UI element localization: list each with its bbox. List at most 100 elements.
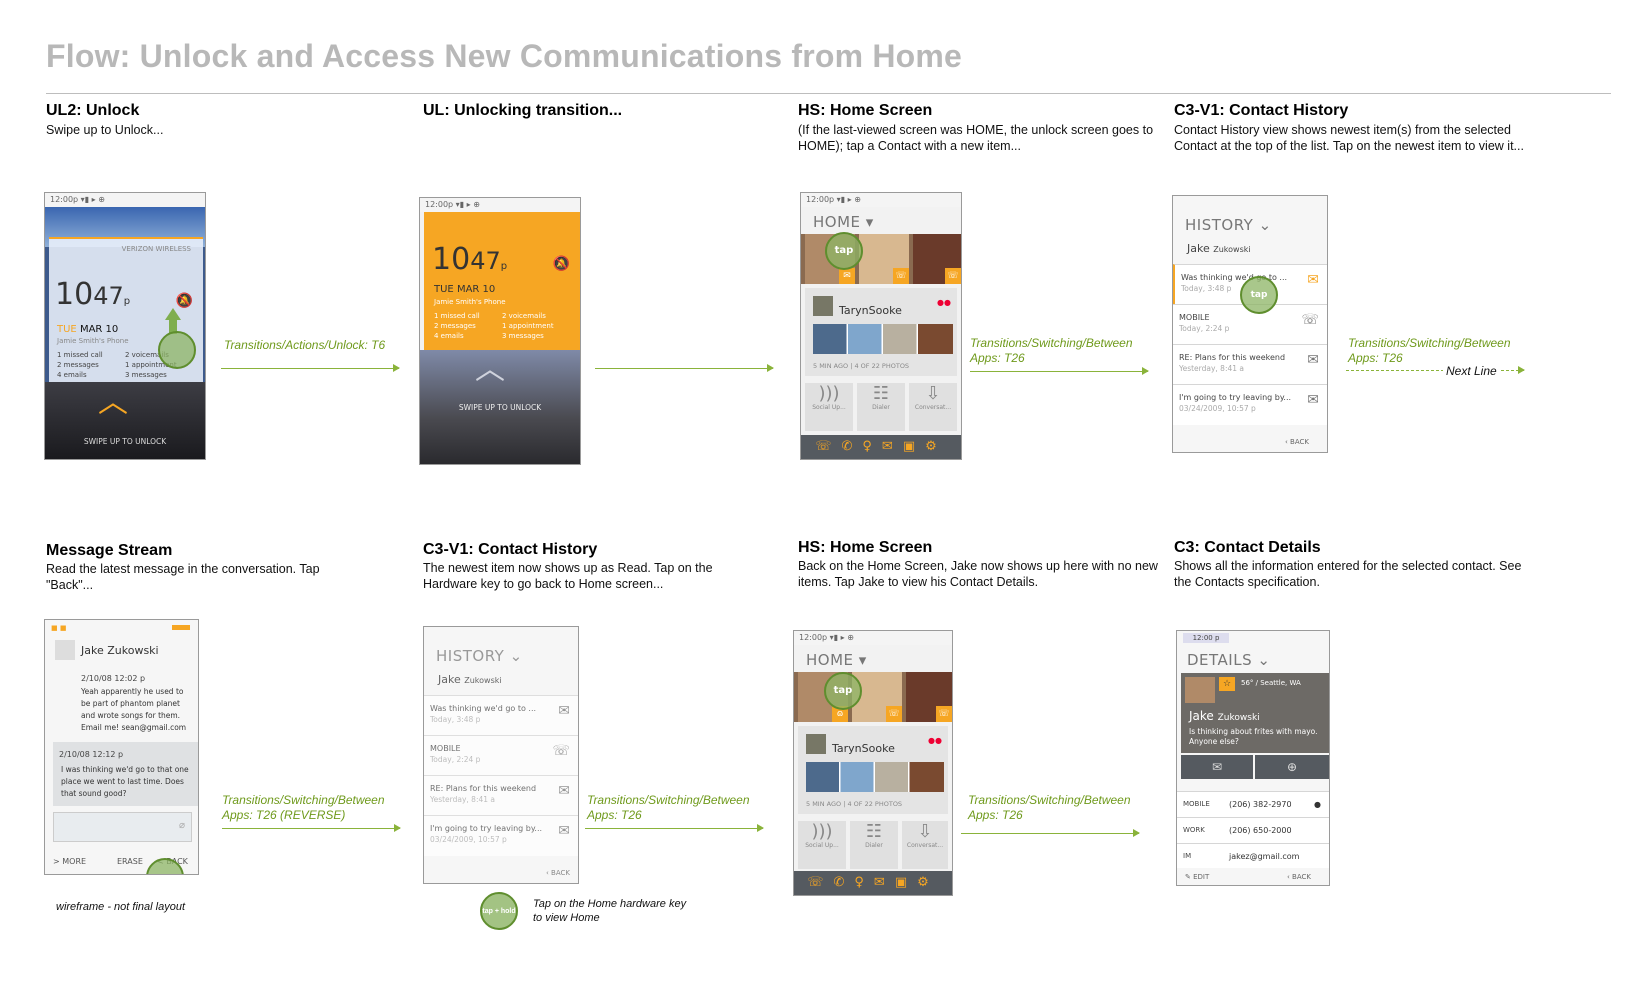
photo-strip[interactable] xyxy=(813,324,953,354)
dialer-app[interactable]: ☷ Dialer xyxy=(850,821,898,869)
email-reply-icon: ✉ xyxy=(1307,352,1319,368)
tap-indicator: tap xyxy=(825,232,863,270)
details-title[interactable]: DETAILS ⌄ xyxy=(1187,651,1270,669)
contact-name: TarynSooke xyxy=(832,742,895,755)
first-name: Jake xyxy=(1189,709,1214,723)
history-row[interactable]: RE: Plans for this weekend Yesterday, 8:4… xyxy=(1173,344,1327,385)
step-7-heading: HS: Home Screen xyxy=(798,539,933,556)
flow-arrow-5 xyxy=(222,824,401,832)
app-shortcuts: ))) Social Up... ☷ Dialer ⇩ Conversat... xyxy=(805,383,957,431)
row-text: RE: Plans for this weekend xyxy=(430,784,537,793)
dialer-app[interactable]: ☷ Dialer xyxy=(857,383,905,431)
history-title[interactable]: HISTORY ⌄ xyxy=(1185,216,1272,234)
envelope-icon: ✉ xyxy=(1307,392,1319,408)
app-label: Conversat... xyxy=(914,404,952,411)
favorite-star-icon[interactable]: ☆ xyxy=(1219,677,1235,691)
locate-action-button[interactable]: ⊕ xyxy=(1255,755,1329,779)
detail-row-work[interactable]: WORK (206) 650-2000 xyxy=(1177,817,1329,844)
message-time: 2/10/08 12:12 p xyxy=(59,750,124,759)
message-bubble: Yeah apparently he used to be part of ph… xyxy=(81,687,187,732)
phone-unlocking: 12:00p ▾▮ ▸ ⊕ 1047p 🔕 TUE MAR 10 Jamie S… xyxy=(419,197,581,465)
conversations-app[interactable]: ⇩ Conversat... xyxy=(902,821,948,869)
transition-label-6: Transitions/Switching/Between Apps: T26 xyxy=(587,793,750,822)
status-bar: 12:00p ▾▮ ▸ ⊕ xyxy=(794,631,952,645)
stat-emails: 4 emails xyxy=(434,332,464,340)
swipe-up-arrow-icon xyxy=(165,308,181,320)
reply-input[interactable]: ⌀ xyxy=(53,812,192,842)
clock: 1047p xyxy=(432,242,507,277)
clock-hour: 10 xyxy=(432,242,471,277)
history-row[interactable]: I'm going to try leaving by... 03/24/2009… xyxy=(424,815,578,856)
history-row[interactable]: MOBILE Today, 2:24 p ☏ xyxy=(424,735,578,776)
row-text: RE: Plans for this weekend xyxy=(1179,353,1286,362)
weather: 56° / Seattle, WA xyxy=(1241,679,1301,687)
date-line: TUE MAR 10 xyxy=(434,284,495,295)
edit-label: EDIT xyxy=(1193,873,1210,881)
detail-row-mobile[interactable]: MOBILE (206) 382-2970 ● xyxy=(1177,791,1329,818)
step-6-desc: The newest item now shows up as Read. Ta… xyxy=(423,561,713,591)
history-title[interactable]: HISTORY ⌄ xyxy=(436,647,523,665)
new-call-badge-icon: ☏ xyxy=(945,268,961,284)
back-button[interactable]: ‹ BACK xyxy=(546,869,570,877)
row-time: Yesterday, 8:41 a xyxy=(1179,364,1244,373)
back-label: BACK xyxy=(1290,438,1309,446)
contact-update-card[interactable]: TarynSooke ●● 5 MIN AGO | 4 OF 22 PHOTOS xyxy=(798,726,948,814)
first-name: Jake xyxy=(438,673,461,686)
row-text: Was thinking we'd go to ... xyxy=(430,704,537,713)
step-5-desc: Read the latest message in the conversat… xyxy=(46,562,320,592)
app-label: Social Up... xyxy=(812,404,846,411)
phone-history: HISTORY ⌄ Jake Zukowski Was thinking we'… xyxy=(1172,195,1328,453)
status-time: 12:00p xyxy=(806,195,835,204)
notification-stats: 1 missed call 2 voicemails 2 messages 1 ap… xyxy=(434,311,574,341)
envelope-icon: ✉ xyxy=(1211,760,1223,774)
new-call-badge-icon: ☏ xyxy=(886,706,902,722)
app-label: Dialer xyxy=(872,404,890,411)
envelope-icon: ✉ xyxy=(1307,272,1319,288)
inbox-icon: ⇩ xyxy=(917,821,933,842)
status-bar: 12:00p ▾▮ ▸ ⊕ xyxy=(801,193,961,207)
phone-call-icon: ☏ xyxy=(552,743,570,759)
history-row[interactable]: I'm going to try leaving by... 03/24/2009… xyxy=(1173,384,1327,425)
home-key-note: Tap on the Home hardware key to view Hom… xyxy=(533,898,687,924)
back-button[interactable]: ‹ BACK xyxy=(1285,438,1309,446)
flickr-icon: ●● xyxy=(937,298,951,307)
home-title[interactable]: HOME ▾ xyxy=(813,213,874,231)
history-row-read[interactable]: Was thinking we'd go to ... Today, 3:48 p… xyxy=(424,695,578,736)
flow-arrow-6 xyxy=(585,824,764,832)
edit-button[interactable]: ✎ EDIT xyxy=(1185,873,1209,881)
stat-missed: 1 missed call xyxy=(434,312,480,320)
phone-home: 12:00p ▾▮ ▸ ⊕ HOME ▾ ✉ ☏ ☏ tap TarynSook… xyxy=(800,192,962,460)
latest-message: 2/10/08 12:12 p I was thinking we'd go t… xyxy=(53,742,198,806)
swipe-label[interactable]: SWIPE UP TO UNLOCK xyxy=(45,437,205,446)
last-name: Zukowski xyxy=(464,676,502,685)
row-time: 03/24/2009, 10:57 p xyxy=(430,835,507,844)
row-text: MOBILE xyxy=(430,744,461,753)
lock-panel-sliding: 1047p 🔕 TUE MAR 10 Jamie Smith's Phone 1… xyxy=(424,212,580,350)
back-button[interactable]: ‹ BACK xyxy=(1287,873,1311,881)
app-label: Dialer xyxy=(865,842,883,849)
transition-label-5: Transitions/Switching/Between Apps: T26 … xyxy=(222,793,385,822)
erase-button[interactable]: ERASE xyxy=(117,857,143,866)
contact-update-card[interactable]: TarynSooke ●● 5 MIN AGO | 4 OF 22 PHOTOS xyxy=(805,288,957,376)
detail-row-im[interactable]: IM jakez@gmail.com xyxy=(1177,843,1329,868)
bottom-dock[interactable]: ☏✆♀✉▣⚙ xyxy=(801,435,961,459)
more-button[interactable]: > MORE xyxy=(53,857,86,866)
social-updates-app[interactable]: ))) Social Up... xyxy=(798,821,846,869)
home-title[interactable]: HOME ▾ xyxy=(806,651,867,669)
row-time: 03/24/2009, 10:57 p xyxy=(1179,404,1256,413)
rss-icon: ))) xyxy=(818,383,840,404)
history-row[interactable]: RE: Plans for this weekend Yesterday, 8:4… xyxy=(424,775,578,816)
crosshair-icon: ⊕ xyxy=(1286,760,1298,774)
photo-strip[interactable] xyxy=(806,762,944,792)
social-updates-app[interactable]: ))) Social Up... xyxy=(805,383,853,431)
row-time: Today, 3:48 p xyxy=(430,715,481,724)
transition-label-7: Transitions/Switching/Between Apps: T26 xyxy=(968,793,1131,822)
conversations-app[interactable]: ⇩ Conversat... xyxy=(909,383,957,431)
email-action-button[interactable]: ✉ xyxy=(1181,755,1253,779)
bottom-dock[interactable]: ☏✆♀✉▣⚙ xyxy=(794,871,952,895)
stat-appointment: 1 appointment xyxy=(502,322,554,330)
row-text: I'm going to try leaving by... xyxy=(430,824,543,833)
swipe-chevron-icon: ︿ xyxy=(98,385,128,420)
row-text: I'm going to try leaving by... xyxy=(1179,393,1292,402)
status-bar: 12:00p ▾▮ ▸ ⊕ xyxy=(45,193,205,207)
